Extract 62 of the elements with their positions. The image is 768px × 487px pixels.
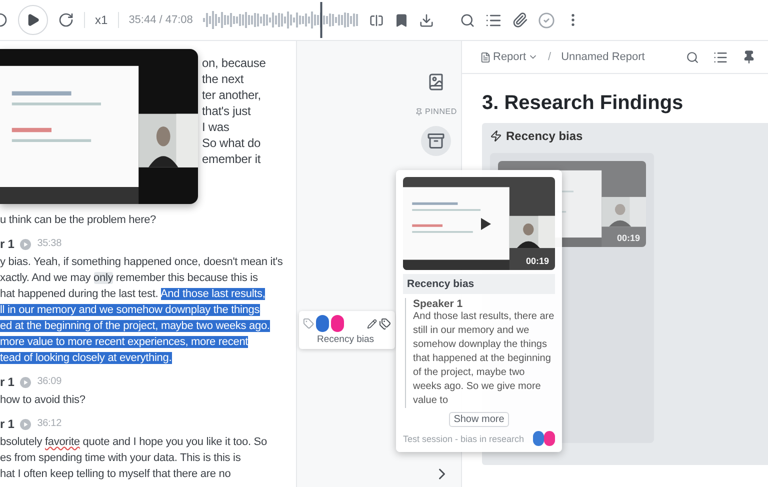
transcript-text: xactly. And we may only remember this because this is (0, 271, 259, 286)
report-title[interactable]: Unnamed Report (561, 51, 645, 63)
playback-time: 35:44 / 47:08 (128, 14, 193, 26)
play-icon (26, 13, 40, 27)
tag-chip[interactable]: Recency bias (299, 311, 395, 349)
transcript-text: ll in our memory and we somehow downplay the things (0, 303, 261, 318)
show-more-button[interactable]: Show more (448, 412, 510, 427)
pin-icon (414, 108, 423, 116)
pin-icon[interactable] (742, 50, 756, 64)
speaker-name: r 1 (0, 416, 14, 432)
search-icon[interactable] (460, 12, 475, 28)
split-icon[interactable] (368, 12, 384, 28)
bolt-icon (490, 130, 502, 142)
transcript-text: So what do (202, 135, 262, 151)
transcript-text: the next (202, 71, 245, 87)
transcript-text: es from spending time with your data. This is this is (0, 451, 242, 466)
tag-icon (303, 318, 314, 329)
list-icon[interactable] (713, 50, 728, 64)
play-button[interactable] (18, 5, 48, 35)
transcript-text: I was (202, 119, 230, 135)
breadcrumb-separator: / (548, 51, 552, 63)
transcript-text: hat I often keep telling to myself that there are no (0, 467, 232, 482)
source-label: Test session - bias in research (403, 434, 524, 444)
playhead[interactable] (320, 2, 322, 38)
speaker-name: r 1 (0, 236, 14, 252)
download-icon[interactable] (418, 12, 434, 28)
transcript-text: bsolutely favorite quote and I hope you you like it too. So (0, 435, 268, 450)
transcript-text: ter another, (202, 87, 262, 103)
transcript-text: emember it (202, 151, 262, 167)
tag-label: Recency bias (316, 334, 376, 345)
paperclip-icon[interactable] (512, 12, 528, 28)
transcript-text: tead of looking closely at everything. (0, 351, 173, 366)
gallery-icon (427, 73, 445, 91)
tags-icon[interactable] (379, 318, 391, 330)
quote-text: And those last results, there are still in our memory and we somehow downplay the things that happened at the beginning of the project, maybe two weeks ago. So we give more value to (413, 310, 555, 408)
check-circle-icon[interactable] (538, 12, 555, 28)
card-title: Recency bias (403, 274, 555, 294)
bookmark-icon[interactable] (394, 12, 409, 28)
video-duration: 00:19 (616, 233, 640, 243)
document-icon (480, 52, 491, 62)
transcript-text: u think can be the problem here? (0, 213, 158, 228)
cabinet-icon (427, 132, 445, 150)
transcript-text: on, because (202, 55, 266, 71)
pinned-label: PINNED (414, 107, 458, 116)
forward-button[interactable] (58, 12, 74, 28)
transcript-text: y bias. Yeah, if something happened once, doesn't mean it's (0, 255, 284, 270)
pencil-icon[interactable] (367, 318, 377, 328)
video-duration: 00:19 (526, 256, 549, 266)
speaker-name: r 1 (0, 374, 14, 390)
quote-card[interactable] (396, 170, 562, 452)
transcript-text: ed at the beginning of the project, maybe two weeks ago. (0, 319, 271, 334)
sidebar-button[interactable] (421, 126, 451, 156)
speed-button[interactable]: x1 (95, 13, 108, 27)
transcript-text: that's just (202, 103, 252, 119)
finding-title: Recency bias (506, 129, 583, 143)
transcript-text: hat happened during the last test. And those last results, (0, 287, 266, 302)
search-icon[interactable] (686, 50, 699, 64)
report-menu[interactable]: Report (480, 51, 538, 63)
transcript-text: more value to more recent experiences, more recent (0, 335, 250, 350)
speaker-name: Speaker 1 (413, 298, 464, 310)
transcript-text: how to avoid this? (0, 393, 86, 408)
section-heading: 3. Research Findings (482, 92, 684, 115)
